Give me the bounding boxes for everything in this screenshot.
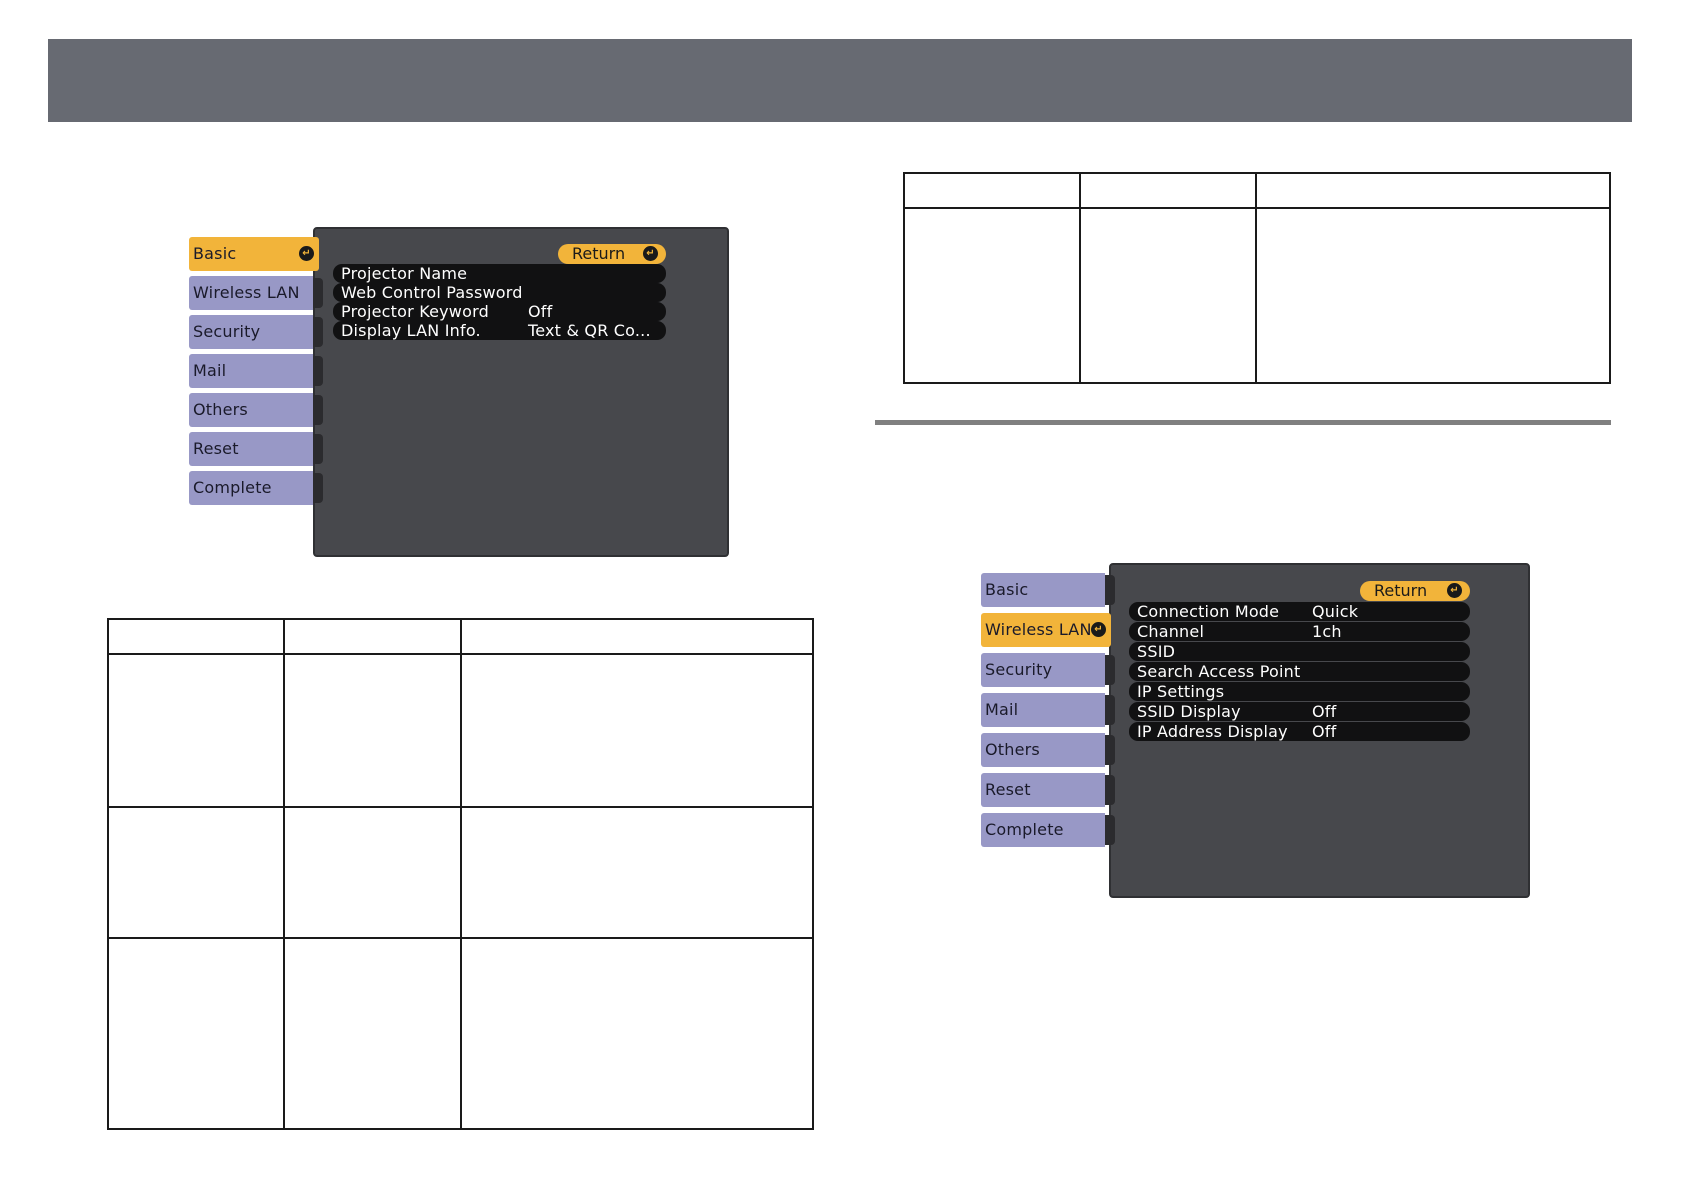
- tab-label: Wireless LAN: [985, 620, 1092, 639]
- tab-mail[interactable]: Mail: [981, 693, 1115, 727]
- tab-others[interactable]: Others: [189, 393, 323, 427]
- menu-item-label: Web Control Password: [341, 283, 523, 302]
- tab-label: Others: [985, 740, 1040, 759]
- menu-item-label: Channel: [1137, 622, 1205, 641]
- tab-complete[interactable]: Complete: [981, 813, 1115, 847]
- tab-label: Wireless LAN: [193, 283, 300, 302]
- tab-label: Security: [193, 322, 261, 341]
- table-column-rule: [1255, 174, 1257, 382]
- tab-basic[interactable]: Basic: [981, 573, 1115, 607]
- table-column-rule: [460, 620, 462, 1128]
- basic-menu-rows: Projector Name Web Control Password Projec…: [333, 264, 666, 340]
- menu-item-label: SSID Display: [1137, 702, 1241, 721]
- wireless-menu-rows: Connection Mode Quick Channel 1ch SSID Search…: [1129, 602, 1470, 742]
- menu-item-label: IP Address Display: [1137, 722, 1288, 741]
- tab-label: Others: [193, 400, 248, 419]
- table-column-rule: [283, 620, 285, 1128]
- menu-item-value: Off: [1312, 722, 1337, 741]
- bottom-left-table: [107, 618, 814, 1130]
- tab-others[interactable]: Others: [981, 733, 1115, 767]
- menu-item-ssid-display[interactable]: SSID Display Off: [1129, 702, 1470, 721]
- tab-wireless-lan[interactable]: Wireless LAN ↵: [981, 613, 1111, 647]
- menu-item-label: SSID: [1137, 642, 1176, 661]
- return-button[interactable]: Return ↵: [1360, 581, 1470, 601]
- menu-item-channel[interactable]: Channel 1ch: [1129, 622, 1470, 641]
- tab-label: Basic: [985, 580, 1029, 599]
- return-label: Return: [572, 244, 626, 263]
- menu-item-ssid[interactable]: SSID: [1129, 642, 1470, 661]
- menu-item-search-access-point[interactable]: Search Access Point: [1129, 662, 1470, 681]
- tab-label: Reset: [985, 780, 1031, 799]
- tab-security[interactable]: Security: [189, 315, 323, 349]
- menu-item-value: Text & QR Co...: [528, 321, 651, 340]
- menu-item-label: IP Settings: [1137, 682, 1225, 701]
- tab-reset[interactable]: Reset: [189, 432, 323, 466]
- enter-icon: ↵: [1091, 622, 1106, 637]
- menu-item-label: Projector Name: [341, 264, 468, 283]
- section-divider: [875, 420, 1611, 425]
- tab-security[interactable]: Security: [981, 653, 1115, 687]
- menu-item-web-control-password[interactable]: Web Control Password: [333, 283, 666, 302]
- table-column-rule: [1079, 174, 1081, 382]
- tab-basic[interactable]: Basic ↵: [189, 237, 319, 271]
- tab-label: Mail: [985, 700, 1019, 719]
- menu-item-value: 1ch: [1312, 622, 1342, 641]
- menu-item-label: Projector Keyword: [341, 302, 489, 321]
- tab-reset[interactable]: Reset: [981, 773, 1115, 807]
- enter-icon: ↵: [299, 246, 314, 261]
- menu-item-value: Quick: [1312, 602, 1359, 621]
- menu-item-projector-name[interactable]: Projector Name: [333, 264, 666, 283]
- menu-item-value: Off: [528, 302, 553, 321]
- return-label: Return: [1374, 581, 1428, 600]
- tab-complete[interactable]: Complete: [189, 471, 323, 505]
- enter-icon: ↵: [1447, 583, 1462, 598]
- tab-label: Complete: [985, 820, 1064, 839]
- menu-item-label: Display LAN Info.: [341, 321, 481, 340]
- tab-mail[interactable]: Mail: [189, 354, 323, 388]
- menu-item-ip-address-display[interactable]: IP Address Display Off: [1129, 722, 1470, 741]
- menu-item-display-lan-info[interactable]: Display LAN Info. Text & QR Co...: [333, 321, 666, 340]
- wireless-menu-screenshot: Basic Wireless LAN ↵ Security Mail Others Rese…: [981, 563, 1531, 903]
- top-right-table: [903, 172, 1611, 384]
- tab-label: Complete: [193, 478, 272, 497]
- enter-icon: ↵: [643, 246, 658, 261]
- page-header-bar: [48, 39, 1632, 122]
- menu-item-connection-mode[interactable]: Connection Mode Quick: [1129, 602, 1470, 621]
- menu-item-projector-keyword[interactable]: Projector Keyword Off: [333, 302, 666, 321]
- table-header-rule: [905, 207, 1609, 209]
- menu-item-ip-settings[interactable]: IP Settings: [1129, 682, 1470, 701]
- tab-label: Security: [985, 660, 1053, 679]
- menu-item-value: Off: [1312, 702, 1337, 721]
- tab-wireless-lan[interactable]: Wireless LAN: [189, 276, 323, 310]
- tab-label: Reset: [193, 439, 239, 458]
- basic-menu-screenshot: Basic ↵ Wireless LAN Security Mail Others Rese…: [189, 227, 729, 557]
- return-button[interactable]: Return ↵: [558, 244, 666, 264]
- tab-label: Mail: [193, 361, 227, 380]
- menu-item-label: Search Access Point: [1137, 662, 1301, 681]
- menu-item-label: Connection Mode: [1137, 602, 1280, 621]
- tab-label: Basic: [193, 244, 237, 263]
